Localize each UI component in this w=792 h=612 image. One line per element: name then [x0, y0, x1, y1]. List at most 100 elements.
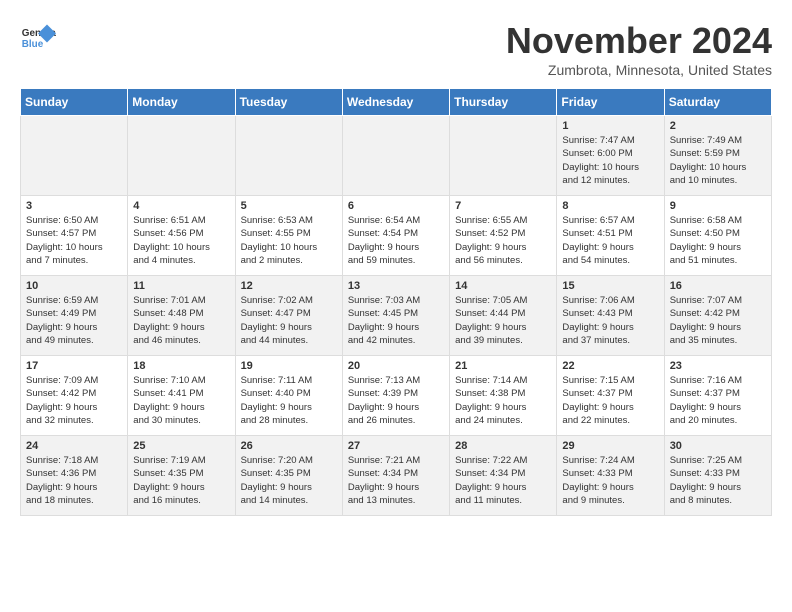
title-block: November 2024 Zumbrota, Minnesota, Unite… — [506, 20, 772, 78]
calendar-cell: 9Sunrise: 6:58 AM Sunset: 4:50 PM Daylig… — [664, 196, 771, 276]
day-number: 24 — [26, 440, 122, 452]
calendar-body: 1 Sunrise: 7:47 AM Sunset: 6:00 PM Daylig… — [21, 116, 772, 516]
calendar-cell: 2 Sunrise: 7:49 AM Sunset: 5:59 PM Daylig… — [664, 116, 771, 196]
day-number: 27 — [348, 440, 444, 452]
calendar-cell: 7Sunrise: 6:55 AM Sunset: 4:52 PM Daylig… — [450, 196, 557, 276]
day-info: Sunrise: 7:10 AM Sunset: 4:41 PM Dayligh… — [133, 374, 229, 427]
day-info: Sunrise: 6:51 AM Sunset: 4:56 PM Dayligh… — [133, 214, 229, 267]
day-number: 22 — [562, 360, 658, 372]
day-info: Sunrise: 7:02 AM Sunset: 4:47 PM Dayligh… — [241, 294, 337, 347]
day-info: Sunrise: 6:55 AM Sunset: 4:52 PM Dayligh… — [455, 214, 551, 267]
day-info: Sunrise: 6:57 AM Sunset: 4:51 PM Dayligh… — [562, 214, 658, 267]
day-info: Sunrise: 7:22 AM Sunset: 4:34 PM Dayligh… — [455, 454, 551, 507]
day-number: 26 — [241, 440, 337, 452]
calendar-cell: 10 Sunrise: 6:59 AM Sunset: 4:49 PM Dayli… — [21, 276, 128, 356]
day-header-sunday: Sunday — [21, 89, 128, 116]
day-number: 14 — [455, 280, 551, 292]
week-row-2: 3 Sunrise: 6:50 AM Sunset: 4:57 PM Daylig… — [21, 196, 772, 276]
calendar-cell: 11 Sunrise: 7:01 AM Sunset: 4:48 PM Dayli… — [128, 276, 235, 356]
calendar-cell: 24 Sunrise: 7:18 AM Sunset: 4:36 PM Dayli… — [21, 436, 128, 516]
calendar-cell: 14 Sunrise: 7:05 AM Sunset: 4:44 PM Dayli… — [450, 276, 557, 356]
day-number: 16 — [670, 280, 766, 292]
day-info: Sunrise: 7:16 AM Sunset: 4:37 PM Dayligh… — [670, 374, 766, 427]
calendar-cell: 8 Sunrise: 6:57 AM Sunset: 4:51 PM Daylig… — [557, 196, 664, 276]
day-number: 21 — [455, 360, 551, 372]
day-header-tuesday: Tuesday — [235, 89, 342, 116]
calendar-cell: 27 Sunrise: 7:21 AM Sunset: 4:34 PM Dayli… — [342, 436, 449, 516]
day-info: Sunrise: 7:21 AM Sunset: 4:34 PM Dayligh… — [348, 454, 444, 507]
day-number: 3 — [26, 200, 122, 212]
day-info: Sunrise: 7:01 AM Sunset: 4:48 PM Dayligh… — [133, 294, 229, 347]
calendar-cell: 19 Sunrise: 7:11 AM Sunset: 4:40 PM Dayli… — [235, 356, 342, 436]
day-info: Sunrise: 7:14 AM Sunset: 4:38 PM Dayligh… — [455, 374, 551, 427]
day-info: Sunrise: 7:19 AM Sunset: 4:35 PM Dayligh… — [133, 454, 229, 507]
week-row-3: 10 Sunrise: 6:59 AM Sunset: 4:49 PM Dayli… — [21, 276, 772, 356]
page-header: General Blue November 2024 Zumbrota, Min… — [20, 20, 772, 78]
day-number: 5 — [241, 200, 337, 212]
day-number: 15 — [562, 280, 658, 292]
day-number: 12 — [241, 280, 337, 292]
day-number: 8 — [562, 200, 658, 212]
calendar-cell: 28 Sunrise: 7:22 AM Sunset: 4:34 PM Dayli… — [450, 436, 557, 516]
calendar-cell: 3 Sunrise: 6:50 AM Sunset: 4:57 PM Daylig… — [21, 196, 128, 276]
calendar-cell: 13Sunrise: 7:03 AM Sunset: 4:45 PM Dayli… — [342, 276, 449, 356]
calendar-cell: 23 Sunrise: 7:16 AM Sunset: 4:37 PM Dayli… — [664, 356, 771, 436]
calendar-cell — [128, 116, 235, 196]
calendar-cell — [235, 116, 342, 196]
header-row: SundayMondayTuesdayWednesdayThursdayFrid… — [21, 89, 772, 116]
day-info: Sunrise: 7:15 AM Sunset: 4:37 PM Dayligh… — [562, 374, 658, 427]
week-row-1: 1 Sunrise: 7:47 AM Sunset: 6:00 PM Daylig… — [21, 116, 772, 196]
calendar-cell — [450, 116, 557, 196]
day-info: Sunrise: 6:59 AM Sunset: 4:49 PM Dayligh… — [26, 294, 122, 347]
day-info: Sunrise: 7:11 AM Sunset: 4:40 PM Dayligh… — [241, 374, 337, 427]
day-header-monday: Monday — [128, 89, 235, 116]
calendar-cell: 26Sunrise: 7:20 AM Sunset: 4:35 PM Dayli… — [235, 436, 342, 516]
day-number: 20 — [348, 360, 444, 372]
day-info: Sunrise: 7:05 AM Sunset: 4:44 PM Dayligh… — [455, 294, 551, 347]
day-header-thursday: Thursday — [450, 89, 557, 116]
day-number: 6 — [348, 200, 444, 212]
calendar-cell: 30Sunrise: 7:25 AM Sunset: 4:33 PM Dayli… — [664, 436, 771, 516]
day-info: Sunrise: 6:53 AM Sunset: 4:55 PM Dayligh… — [241, 214, 337, 267]
calendar-cell: 5 Sunrise: 6:53 AM Sunset: 4:55 PM Daylig… — [235, 196, 342, 276]
day-number: 4 — [133, 200, 229, 212]
day-number: 28 — [455, 440, 551, 452]
day-number: 1 — [562, 120, 658, 132]
day-info: Sunrise: 7:18 AM Sunset: 4:36 PM Dayligh… — [26, 454, 122, 507]
day-number: 9 — [670, 200, 766, 212]
calendar-cell: 1 Sunrise: 7:47 AM Sunset: 6:00 PM Daylig… — [557, 116, 664, 196]
day-info: Sunrise: 7:13 AM Sunset: 4:39 PM Dayligh… — [348, 374, 444, 427]
svg-text:Blue: Blue — [22, 39, 44, 50]
day-number: 13 — [348, 280, 444, 292]
calendar-cell: 6Sunrise: 6:54 AM Sunset: 4:54 PM Daylig… — [342, 196, 449, 276]
day-info: Sunrise: 7:25 AM Sunset: 4:33 PM Dayligh… — [670, 454, 766, 507]
logo-icon: General Blue — [20, 20, 56, 56]
calendar-cell: 20 Sunrise: 7:13 AM Sunset: 4:39 PM Dayli… — [342, 356, 449, 436]
calendar-cell — [21, 116, 128, 196]
calendar-cell: 21 Sunrise: 7:14 AM Sunset: 4:38 PM Dayli… — [450, 356, 557, 436]
day-number: 17 — [26, 360, 122, 372]
calendar-cell: 22 Sunrise: 7:15 AM Sunset: 4:37 PM Dayli… — [557, 356, 664, 436]
week-row-5: 24 Sunrise: 7:18 AM Sunset: 4:36 PM Dayli… — [21, 436, 772, 516]
day-info: Sunrise: 6:50 AM Sunset: 4:57 PM Dayligh… — [26, 214, 122, 267]
month-title: November 2024 — [506, 20, 772, 62]
day-number: 25 — [133, 440, 229, 452]
calendar-cell: 25 Sunrise: 7:19 AM Sunset: 4:35 PM Dayli… — [128, 436, 235, 516]
day-number: 2 — [670, 120, 766, 132]
calendar-cell: 18Sunrise: 7:10 AM Sunset: 4:41 PM Dayli… — [128, 356, 235, 436]
calendar-table: SundayMondayTuesdayWednesdayThursdayFrid… — [20, 88, 772, 516]
day-header-wednesday: Wednesday — [342, 89, 449, 116]
day-info: Sunrise: 7:07 AM Sunset: 4:42 PM Dayligh… — [670, 294, 766, 347]
calendar-cell: 29Sunrise: 7:24 AM Sunset: 4:33 PM Dayli… — [557, 436, 664, 516]
day-number: 23 — [670, 360, 766, 372]
day-number: 10 — [26, 280, 122, 292]
day-number: 19 — [241, 360, 337, 372]
day-number: 11 — [133, 280, 229, 292]
calendar-cell: 12 Sunrise: 7:02 AM Sunset: 4:47 PM Dayli… — [235, 276, 342, 356]
calendar-cell: 15Sunrise: 7:06 AM Sunset: 4:43 PM Dayli… — [557, 276, 664, 356]
day-info: Sunrise: 7:47 AM Sunset: 6:00 PM Dayligh… — [562, 134, 658, 187]
day-info: Sunrise: 7:49 AM Sunset: 5:59 PM Dayligh… — [670, 134, 766, 187]
calendar-cell: 16 Sunrise: 7:07 AM Sunset: 4:42 PM Dayli… — [664, 276, 771, 356]
calendar-cell: 17Sunrise: 7:09 AM Sunset: 4:42 PM Dayli… — [21, 356, 128, 436]
calendar-cell: 4 Sunrise: 6:51 AM Sunset: 4:56 PM Daylig… — [128, 196, 235, 276]
